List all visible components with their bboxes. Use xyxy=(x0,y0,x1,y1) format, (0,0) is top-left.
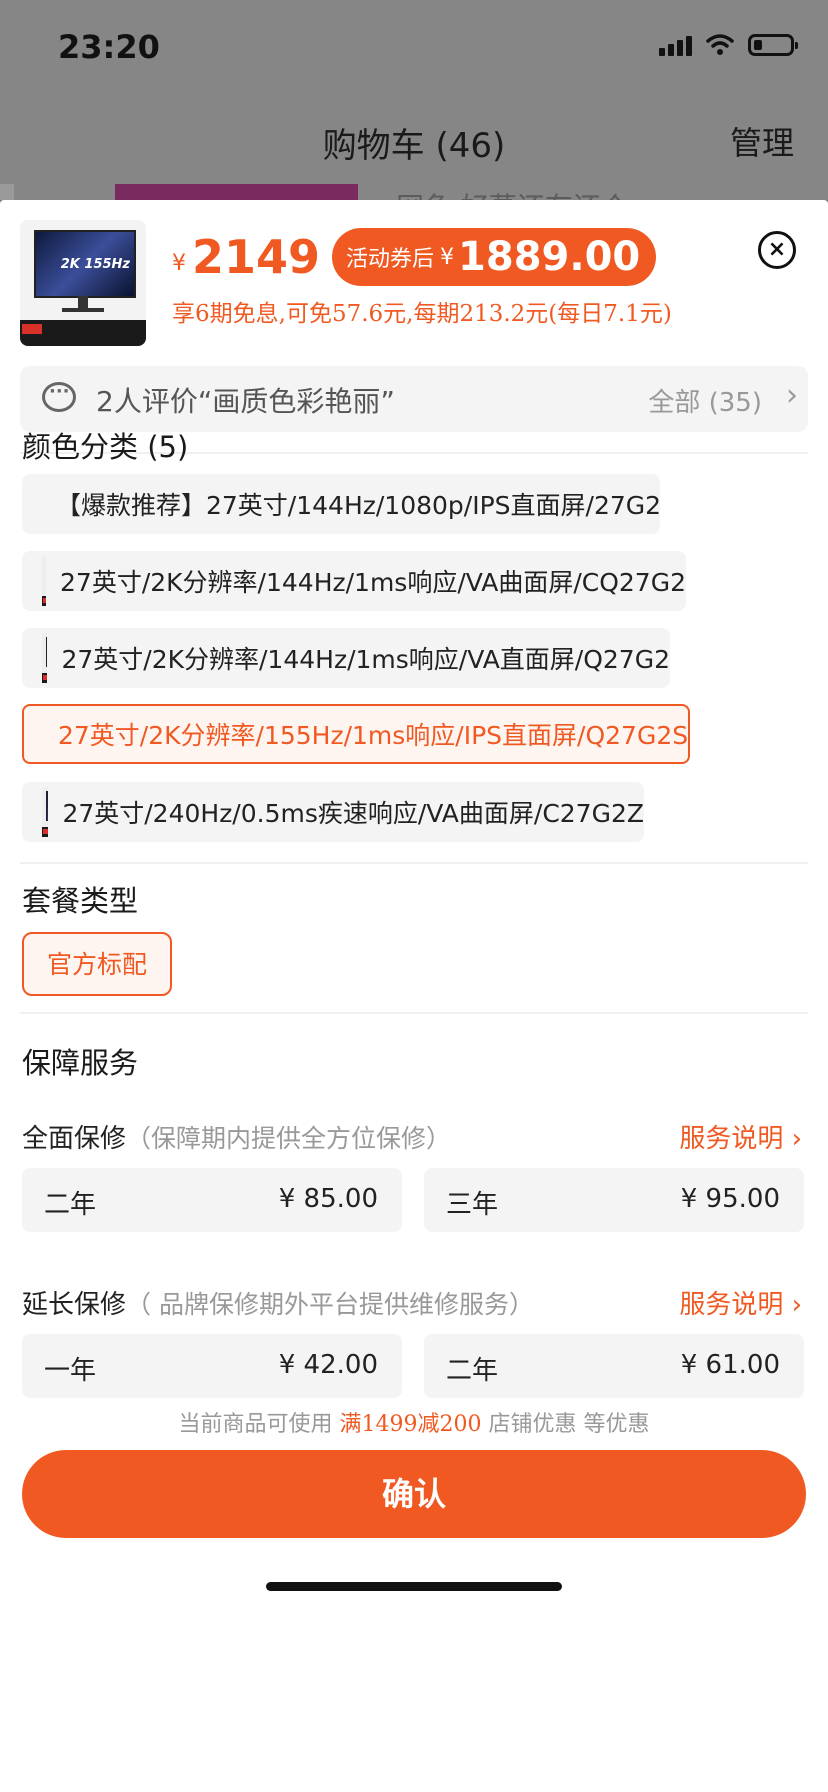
monitor-image: 2K 155Hz xyxy=(34,230,136,298)
coupon-price-badge: 活动券后 ¥ 1889.00 xyxy=(332,228,657,286)
option-thumbnail xyxy=(42,787,49,837)
extended-warranty-title: 延长保修（ 品牌保修期外平台提供维修服务） xyxy=(22,1284,534,1321)
coupon-label: 活动券后 xyxy=(346,247,435,272)
warranty-price: ¥ 85.00 xyxy=(278,1184,378,1214)
option-label: 【爆款推荐】27英寸/144Hz/1080p/IPS直面屏/27G2 xyxy=(56,491,662,520)
promo-prefix: 当前商品可使用 xyxy=(178,1412,333,1437)
thumb-text: 2K 155Hz xyxy=(60,257,130,272)
price-row: ¥ 2149 活动券后 ¥ 1889.00 xyxy=(172,228,657,286)
manage-button[interactable]: 管理 xyxy=(730,118,794,164)
wifi-icon xyxy=(706,34,734,55)
warranty-price: ¥ 61.00 xyxy=(680,1350,780,1380)
status-icons xyxy=(659,34,798,56)
extended-warranty-name: 延长保修 xyxy=(22,1290,127,1320)
cellular-signal-icon xyxy=(659,34,692,56)
battery-icon xyxy=(748,34,798,56)
extended-warranty-option-2yr[interactable]: 二年 ¥ 61.00 xyxy=(424,1334,804,1398)
status-bar: 23:20 xyxy=(0,0,828,100)
monitor-base xyxy=(62,308,104,312)
confirm-button[interactable]: 确认 xyxy=(22,1450,806,1538)
divider xyxy=(20,1012,808,1014)
thumbnail-footer xyxy=(20,320,146,346)
review-summary-text: 2人评价“画质色彩艳丽” xyxy=(96,385,395,418)
warranty-term: 一年 xyxy=(44,1356,97,1386)
option-label: 27英寸/2K分辨率/144Hz/1ms响应/VA曲面屏/CQ27G2 xyxy=(60,568,686,597)
promo-highlight: 满1499减200 xyxy=(339,1412,482,1437)
home-indicator[interactable] xyxy=(266,1582,562,1591)
review-all-count: 全部 (35) xyxy=(648,388,762,418)
promo-notice: 当前商品可使用 满1499减200 店铺优惠 等优惠 xyxy=(0,1406,828,1438)
color-option-2[interactable]: 27英寸/2K分辨率/144Hz/1ms响应/VA曲面屏/CQ27G2 xyxy=(22,551,686,611)
coupon-currency: ¥ xyxy=(440,244,455,270)
promo-suffix: 店铺优惠 等优惠 xyxy=(488,1412,650,1437)
extended-warranty-info-link[interactable]: 服务说明 › xyxy=(679,1284,802,1321)
review-summary-bar[interactable]: 2人评价“画质色彩艳丽” 全部 (35) › xyxy=(20,366,808,432)
divider xyxy=(20,862,808,864)
option-label: 27英寸/2K分辨率/155Hz/1ms响应/IPS直面屏/Q27G2S xyxy=(58,721,689,750)
warranty-price: ¥ 42.00 xyxy=(278,1350,378,1380)
option-label: 27英寸/240Hz/0.5ms疾速响应/VA曲面屏/C27G2Z xyxy=(62,799,644,828)
comment-icon xyxy=(42,381,76,412)
warranty-price: ¥ 95.00 xyxy=(680,1184,780,1214)
option-thumbnail xyxy=(42,633,48,683)
package-option-official[interactable]: 官方标配 xyxy=(22,932,172,996)
sku-selection-sheet: 2K 155Hz ¥ 2149 活动券后 ¥ 1889.00 享6期免息,可免5… xyxy=(0,200,828,1792)
warranty-term: 三年 xyxy=(446,1190,499,1220)
background-image-peek xyxy=(0,184,14,200)
full-warranty-title: 全面保修（保障期内提供全方位保修） xyxy=(22,1118,451,1155)
product-thumbnail[interactable]: 2K 155Hz xyxy=(20,220,146,346)
cart-title: 购物车 (46) xyxy=(322,126,506,166)
background-page: 23:20 购物车 (46) 管理 网鱼 好慕还有还个 xyxy=(0,0,828,224)
extended-warranty-option-1yr[interactable]: 一年 ¥ 42.00 xyxy=(22,1334,402,1398)
color-option-1[interactable]: 【爆款推荐】27英寸/144Hz/1080p/IPS直面屏/27G2 xyxy=(22,474,662,534)
option-thumbnail xyxy=(42,556,47,606)
full-warranty-subtitle: （保障期内提供全方位保修） xyxy=(126,1124,452,1153)
warranty-term: 二年 xyxy=(44,1190,97,1220)
color-option-4-selected[interactable]: 27英寸/2K分辨率/155Hz/1ms响应/IPS直面屏/Q27G2S xyxy=(22,704,690,764)
option-label: 27英寸/2K分辨率/144Hz/1ms响应/VA直面屏/Q27G2 xyxy=(61,645,670,674)
price: 2149 xyxy=(192,230,321,284)
price-currency: ¥ xyxy=(172,250,186,276)
warranty-term: 二年 xyxy=(446,1356,499,1386)
status-time: 23:20 xyxy=(58,28,160,66)
full-warranty-info-link[interactable]: 服务说明 › xyxy=(679,1118,802,1155)
installment-info: 享6期免息,可免57.6元,每期213.2元(每日7.1元) xyxy=(172,301,672,327)
service-section-title: 保障服务 xyxy=(22,1046,139,1080)
package-section-title: 套餐类型 xyxy=(22,884,139,918)
extended-warranty-subtitle: （ 品牌保修期外平台提供维修服务） xyxy=(126,1290,534,1319)
color-section-title: 颜色分类 (5) xyxy=(22,430,189,464)
full-warranty-option-2yr[interactable]: 二年 ¥ 85.00 xyxy=(22,1168,402,1232)
color-option-5[interactable]: 27英寸/240Hz/0.5ms疾速响应/VA曲面屏/C27G2Z xyxy=(22,782,644,842)
chevron-right-icon: › xyxy=(786,378,798,413)
full-warranty-name: 全面保修 xyxy=(22,1124,127,1154)
close-icon[interactable]: × xyxy=(758,231,796,269)
color-option-3[interactable]: 27英寸/2K分辨率/144Hz/1ms响应/VA直面屏/Q27G2 xyxy=(22,628,670,688)
background-product-image xyxy=(115,184,358,200)
full-warranty-option-3yr[interactable]: 三年 ¥ 95.00 xyxy=(424,1168,804,1232)
coupon-price: 1889.00 xyxy=(458,234,641,280)
